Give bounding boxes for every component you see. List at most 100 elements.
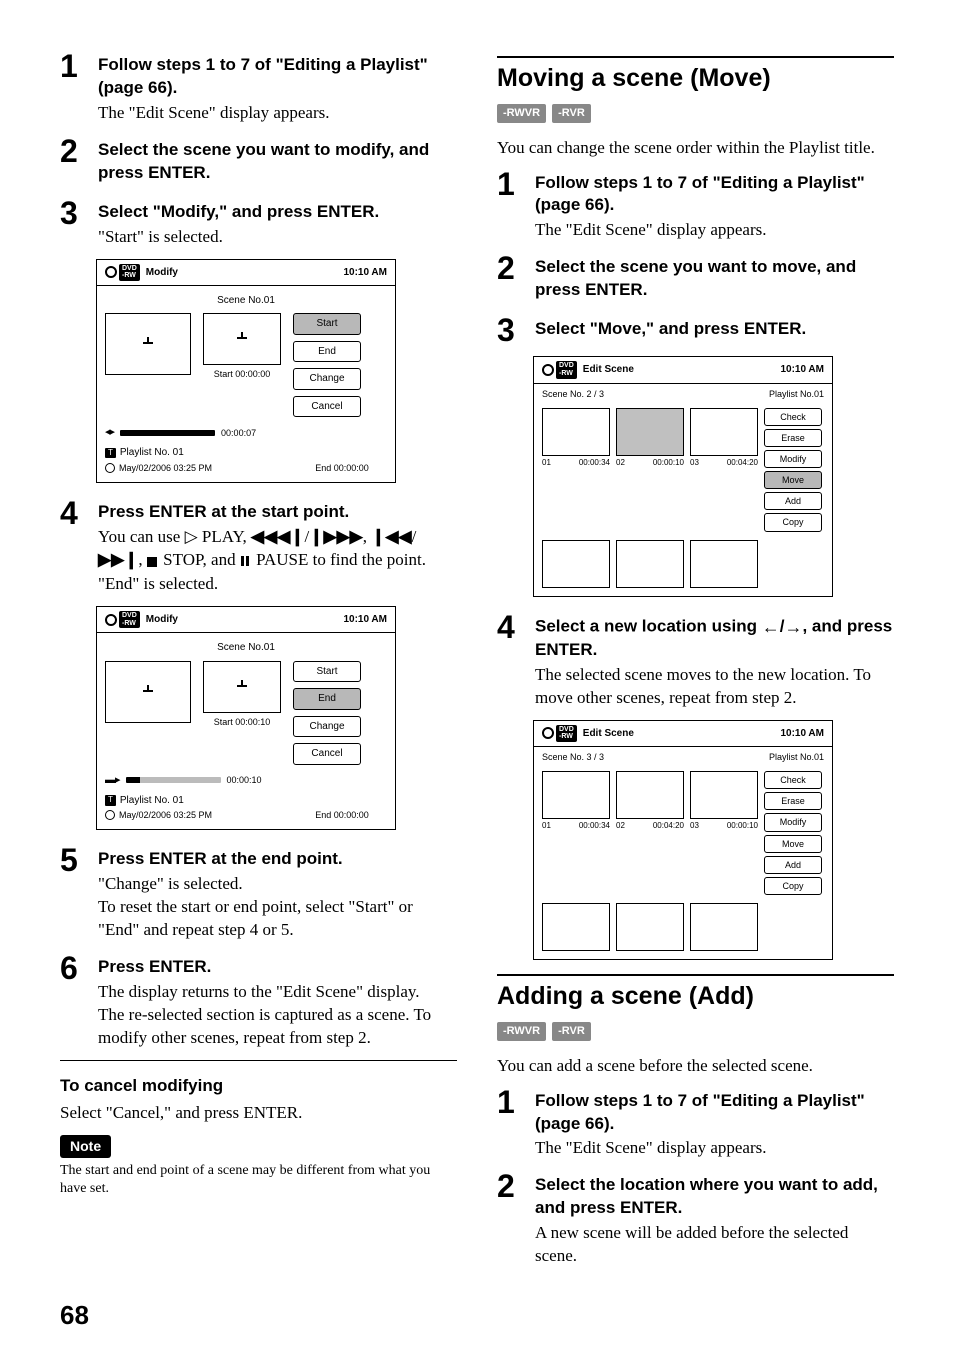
- move-intro: You can change the scene order within th…: [497, 137, 894, 160]
- add-button[interactable]: Add: [764, 492, 822, 510]
- panel-title: Modify: [146, 266, 178, 280]
- move-button[interactable]: Move: [764, 471, 822, 489]
- pause-icon: [240, 550, 250, 573]
- note-text: The start and end point of a scene may b…: [60, 1162, 457, 1198]
- check-button[interactable]: Check: [764, 408, 822, 426]
- panel-time: 10:10 AM: [343, 266, 387, 280]
- add-step-1: 1 Follow steps 1 to 7 of "Editing a Play…: [497, 1086, 894, 1161]
- step-desc: The "Edit Scene" display appears.: [98, 102, 457, 125]
- step-number: 4: [60, 497, 86, 596]
- scene-thumb-empty[interactable]: [690, 903, 758, 951]
- modify-panel-a: DVD-RW Modify 10:10 AM Scene No.01 Start…: [96, 259, 396, 483]
- move-step-1: 1 Follow steps 1 to 7 of "Editing a Play…: [497, 168, 894, 243]
- disc-badge: -RWVR: [497, 104, 546, 123]
- step-3: 3 Select "Modify," and press ENTER. "Sta…: [60, 197, 457, 249]
- erase-button[interactable]: Erase: [764, 429, 822, 447]
- disc-icon: DVD-RW: [542, 361, 577, 378]
- disc-icon: DVD-RW: [105, 264, 140, 281]
- add-intro: You can add a scene before the selected …: [497, 1055, 894, 1078]
- end-button[interactable]: End: [293, 688, 361, 710]
- title-chip: T: [105, 448, 116, 459]
- step-desc: "Change" is selected. To reset the start…: [98, 873, 457, 942]
- title-chip: T: [105, 795, 116, 806]
- slider-track[interactable]: [120, 430, 215, 436]
- disc-icon: DVD-RW: [105, 611, 140, 628]
- clock-icon: [105, 463, 115, 473]
- scene-thumb[interactable]: [542, 771, 610, 819]
- end-button[interactable]: End: [293, 341, 361, 363]
- step-number: 2: [60, 135, 86, 187]
- step-desc: "Start" is selected.: [98, 226, 457, 249]
- scene-thumb-empty[interactable]: [542, 540, 610, 588]
- slider-icon: ▬▸: [105, 773, 120, 788]
- rev-scan-icon: ◀◀◀❙: [251, 527, 304, 546]
- add-button[interactable]: Add: [764, 856, 822, 874]
- playlist-date: May/02/2006 03:25 PM: [119, 462, 212, 474]
- move-section-title: Moving a scene (Move): [497, 62, 894, 96]
- right-arrow-icon: →: [784, 617, 802, 637]
- scene-label: Scene No.01: [105, 294, 387, 308]
- edit-scene-panel-d: DVD-RW Edit Scene 10:10 AM Scene No. 3 /…: [533, 720, 833, 960]
- step-title: Follow steps 1 to 7 of "Editing a Playli…: [98, 54, 457, 100]
- add-section-title: Adding a scene (Add): [497, 980, 894, 1014]
- modify-button[interactable]: Modify: [764, 813, 822, 831]
- disc-badge: -RWVR: [497, 1022, 546, 1041]
- change-button[interactable]: Change: [293, 368, 361, 390]
- slider-icon: ◂▸: [105, 425, 114, 440]
- modify-button[interactable]: Modify: [764, 450, 822, 468]
- scene-thumb-empty[interactable]: [616, 903, 684, 951]
- divider: [60, 1060, 457, 1061]
- preview-thumb: [105, 313, 191, 375]
- step-title: Press ENTER.: [98, 956, 457, 979]
- copy-button[interactable]: Copy: [764, 877, 822, 895]
- prev-icon: ❙◀◀: [371, 527, 411, 546]
- disc-badge: -RVR: [552, 1022, 591, 1041]
- scene-count: Scene No. 3 / 3: [542, 751, 604, 763]
- end-caption: End 00:00:00: [315, 809, 369, 821]
- left-column: 1 Follow steps 1 to 7 of "Editing a Play…: [60, 50, 457, 1278]
- step-1: 1 Follow steps 1 to 7 of "Editing a Play…: [60, 50, 457, 125]
- start-button[interactable]: Start: [293, 313, 361, 335]
- move-button[interactable]: Move: [764, 835, 822, 853]
- scene-label: Scene No.01: [105, 641, 387, 655]
- modify-panel-b: DVD-RW Modify 10:10 AM Scene No.01 Start…: [96, 606, 396, 830]
- panel-title: Modify: [146, 613, 178, 627]
- playlist-label: Playlist No.01: [769, 751, 824, 763]
- erase-button[interactable]: Erase: [764, 792, 822, 810]
- cancel-desc: Select "Cancel," and press ENTER.: [60, 1102, 457, 1125]
- start-caption: Start 00:00:00: [214, 368, 271, 380]
- step-title: Select the scene you want to modify, and…: [98, 139, 457, 185]
- scene-thumb[interactable]: [690, 771, 758, 819]
- playlist-name: Playlist No. 01: [120, 794, 184, 808]
- cancel-button[interactable]: Cancel: [293, 396, 361, 418]
- slider-track[interactable]: [126, 777, 221, 783]
- scene-thumb-empty[interactable]: [542, 903, 610, 951]
- note-label: Note: [60, 1135, 111, 1158]
- change-button[interactable]: Change: [293, 716, 361, 738]
- cancel-heading: To cancel modifying: [60, 1075, 457, 1098]
- step-number: 1: [60, 50, 86, 125]
- scene-thumb-selected[interactable]: [616, 408, 684, 456]
- start-button[interactable]: Start: [293, 661, 361, 683]
- step-4: 4 Press ENTER at the start point. You ca…: [60, 497, 457, 596]
- edit-scene-panel-c: DVD-RW Edit Scene 10:10 AM Scene No. 2 /…: [533, 356, 833, 596]
- panel-title: Edit Scene: [583, 363, 634, 377]
- copy-button[interactable]: Copy: [764, 513, 822, 531]
- move-step-4: 4 Select a new location using ←/→, and p…: [497, 611, 894, 710]
- panel-title: Edit Scene: [583, 727, 634, 741]
- scene-thumb[interactable]: [690, 408, 758, 456]
- next-icon: ▶▶❙: [98, 550, 138, 569]
- page-number: 68: [60, 1298, 894, 1333]
- scene-thumb[interactable]: [542, 408, 610, 456]
- step-number: 3: [60, 197, 86, 249]
- end-caption: End 00:00:00: [315, 462, 369, 474]
- cancel-button[interactable]: Cancel: [293, 743, 361, 765]
- scene-thumb-empty[interactable]: [616, 540, 684, 588]
- play-icon: ▷: [185, 526, 198, 549]
- step-title: Press ENTER at the start point.: [98, 501, 457, 524]
- left-arrow-icon: ←: [762, 617, 780, 637]
- scene-thumb-empty[interactable]: [690, 540, 758, 588]
- scene-thumb[interactable]: [616, 771, 684, 819]
- check-button[interactable]: Check: [764, 771, 822, 789]
- step-desc-2: "End" is selected.: [98, 573, 457, 596]
